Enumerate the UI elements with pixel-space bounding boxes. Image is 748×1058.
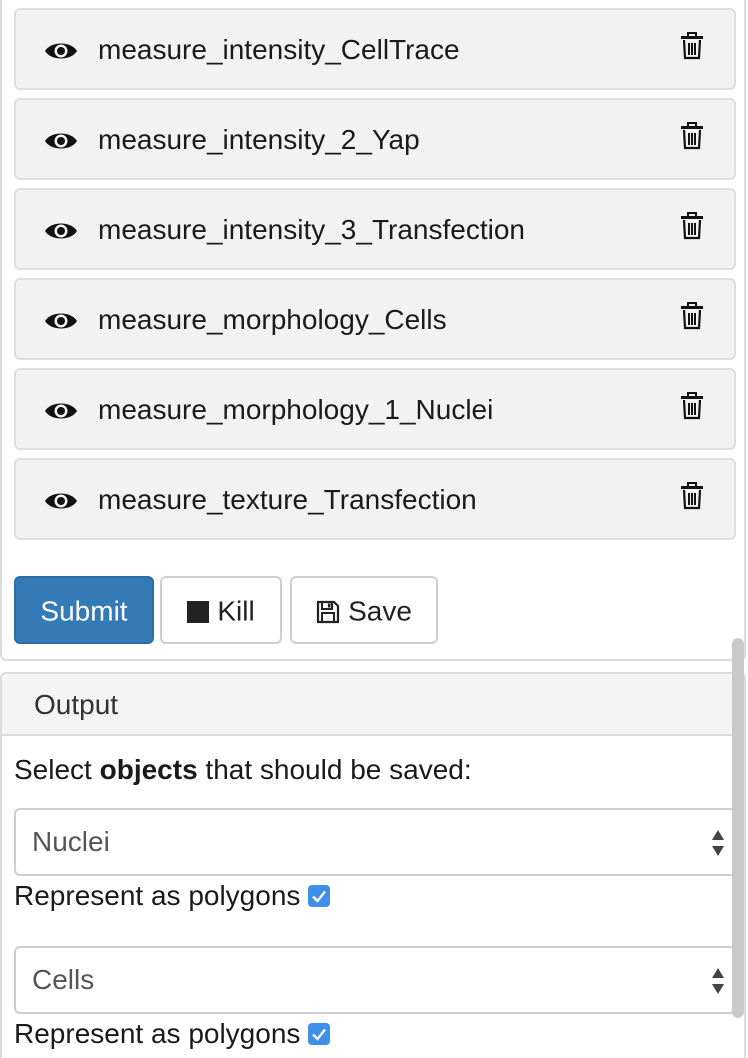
object-select-value: Cells	[32, 964, 95, 995]
save-label: Save	[348, 595, 412, 627]
job-label: measure_intensity_3_Transfection	[98, 214, 525, 245]
job-label: measure_intensity_CellTrace	[98, 34, 460, 65]
eye-icon[interactable]	[44, 398, 78, 424]
eye-icon[interactable]	[44, 218, 78, 244]
job-label: measure_texture_Transfection	[98, 484, 477, 515]
save-button[interactable]: Save	[290, 576, 438, 644]
job-row[interactable]: measure_morphology_Cells	[14, 278, 736, 360]
submit-label: Submit	[40, 595, 128, 627]
prompt-prefix: Select	[14, 754, 100, 785]
trash-icon[interactable]	[680, 392, 704, 420]
eye-icon[interactable]	[44, 308, 78, 334]
polygon-option-row: Represent as polygons	[14, 878, 331, 914]
object-select-nuclei[interactable]: Nuclei	[14, 808, 736, 876]
submit-button[interactable]: Submit	[14, 576, 154, 644]
object-select-value: Nuclei	[32, 826, 110, 857]
kill-label: Kill	[217, 595, 255, 627]
job-label: measure_intensity_2_Yap	[98, 124, 420, 155]
polygon-option-label: Represent as polygons	[14, 880, 301, 911]
objects-prompt: Select objects that should be saved:	[14, 752, 472, 788]
job-row[interactable]: measure_intensity_CellTrace	[14, 8, 736, 90]
prompt-bold: objects	[99, 754, 198, 785]
prompt-suffix: that should be saved:	[197, 754, 472, 785]
polygon-option-row: Represent as polygons	[14, 1016, 331, 1052]
select-arrows-icon	[712, 830, 724, 856]
job-row[interactable]: measure_intensity_3_Transfection	[14, 188, 736, 270]
job-row[interactable]: measure_morphology_1_Nuclei	[14, 368, 736, 450]
output-panel: Output Select objects that should be sav…	[0, 672, 746, 1058]
eye-icon[interactable]	[44, 488, 78, 514]
job-row[interactable]: measure_intensity_2_Yap	[14, 98, 736, 180]
output-title: Output	[34, 689, 119, 720]
scrollbar-thumb[interactable]	[732, 638, 744, 1018]
stop-square-icon	[187, 600, 210, 623]
polygon-checkbox[interactable]	[308, 1022, 331, 1045]
eye-icon[interactable]	[44, 128, 78, 154]
output-panel-heading[interactable]: Output	[2, 674, 744, 736]
trash-icon[interactable]	[680, 482, 704, 510]
trash-icon[interactable]	[680, 212, 704, 240]
floppy-disk-icon	[316, 600, 340, 623]
polygon-option-label: Represent as polygons	[14, 1018, 301, 1049]
trash-icon[interactable]	[680, 32, 704, 60]
trash-icon[interactable]	[680, 122, 704, 150]
checkmark-icon	[312, 890, 327, 903]
page: measure_intensity_CellTrace measure_inte…	[0, 0, 748, 1058]
select-arrows-icon	[712, 968, 724, 994]
jobs-panel: measure_intensity_CellTrace measure_inte…	[0, 0, 746, 661]
trash-icon[interactable]	[680, 302, 704, 330]
job-label: measure_morphology_1_Nuclei	[98, 394, 494, 425]
object-select-cells[interactable]: Cells	[14, 946, 736, 1014]
checkmark-icon	[312, 1028, 327, 1041]
kill-button[interactable]: Kill	[160, 576, 282, 644]
eye-icon[interactable]	[44, 38, 78, 64]
job-row[interactable]: measure_texture_Transfection	[14, 458, 736, 540]
job-label: measure_morphology_Cells	[98, 304, 447, 335]
polygon-checkbox[interactable]	[308, 884, 331, 907]
